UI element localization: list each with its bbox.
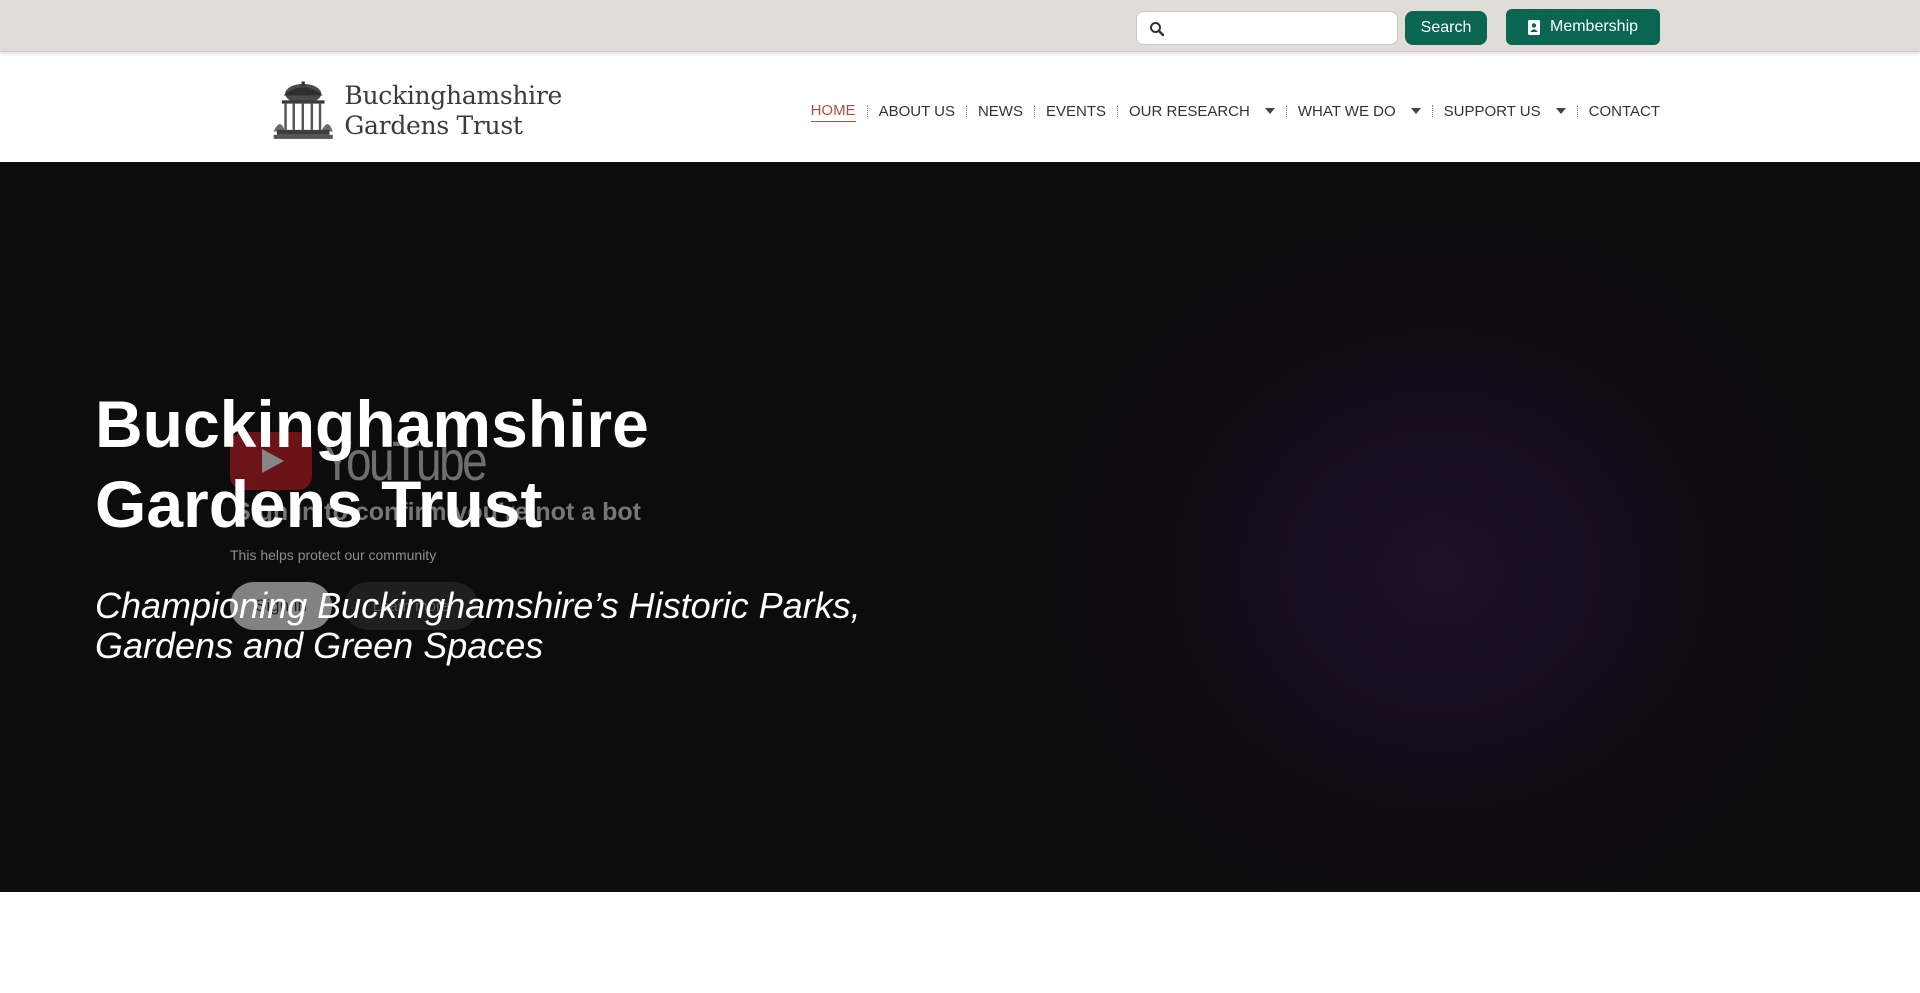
hero-title-line-2: Gardens Trust <box>95 467 543 541</box>
search-button[interactable]: Search <box>1405 11 1487 45</box>
search-input[interactable] <box>1173 16 1388 40</box>
nav-item-what-we-do[interactable]: WHAT WE DO <box>1298 101 1421 122</box>
site-header: Buckinghamshire Gardens Trust HOME ABOUT… <box>0 53 1920 162</box>
hero-subtitle-line-2: Gardens and Green Spaces <box>95 625 544 666</box>
logo-line-1: Buckinghamshire <box>344 81 562 110</box>
nav-item-home[interactable]: HOME <box>810 100 856 122</box>
hero-subtitle: Championing Buckinghamshire’s Historic P… <box>95 586 915 666</box>
search-box[interactable] <box>1136 11 1398 45</box>
chevron-down-icon[interactable] <box>1555 108 1566 114</box>
hero-subtitle-line-1: Championing Buckinghamshire’s Historic P… <box>95 585 861 626</box>
nav-separator <box>1033 105 1035 117</box>
nav-separator <box>1285 105 1287 117</box>
search-icon <box>1150 22 1165 37</box>
nav-label: WHAT WE DO <box>1297 102 1396 120</box>
top-utility-bar: Search Membership <box>0 0 1920 52</box>
chevron-down-icon[interactable] <box>1410 108 1421 114</box>
nav-separator <box>965 105 967 117</box>
gazebo-logo-icon <box>273 81 333 139</box>
nav-label: OUR RESEARCH <box>1128 102 1250 120</box>
nav-separator <box>1576 105 1578 117</box>
id-card-icon <box>1527 19 1540 35</box>
nav-item-events[interactable]: EVENTS <box>1046 101 1106 122</box>
nav-separator <box>1116 105 1118 117</box>
hero-title-line-1: Buckinghamshire <box>95 387 649 461</box>
logo-line-2: Gardens Trust <box>344 111 523 140</box>
membership-button[interactable]: Membership <box>1506 9 1660 45</box>
hero-background-video[interactable] <box>960 162 1920 892</box>
nav-label: SUPPORT US <box>1443 102 1541 120</box>
nav-item-contact[interactable]: CONTACT <box>1589 101 1660 122</box>
site-logo[interactable]: Buckinghamshire Gardens Trust <box>272 73 562 149</box>
nav-separator <box>1431 105 1433 117</box>
logo-wordmark: Buckinghamshire Gardens Trust <box>344 81 562 141</box>
nav-item-news[interactable]: NEWS <box>978 101 1023 122</box>
main-navigation: HOME ABOUT US NEWS EVENTS OUR RESEARCH W… <box>810 100 1660 122</box>
hero-title: Buckinghamshire Gardens Trust <box>95 384 855 544</box>
nav-item-about-us[interactable]: ABOUT US <box>879 101 955 122</box>
membership-label: Membership <box>1549 18 1639 35</box>
hero-section: YouTube Sign in to confirm you’re not a … <box>0 162 1920 892</box>
video-bot-check-subtext: This helps protect our community <box>230 547 437 563</box>
nav-item-support-us[interactable]: SUPPORT US <box>1444 101 1566 122</box>
nav-separator <box>866 105 868 117</box>
nav-item-our-research[interactable]: OUR RESEARCH <box>1129 101 1275 122</box>
chevron-down-icon[interactable] <box>1264 108 1275 114</box>
